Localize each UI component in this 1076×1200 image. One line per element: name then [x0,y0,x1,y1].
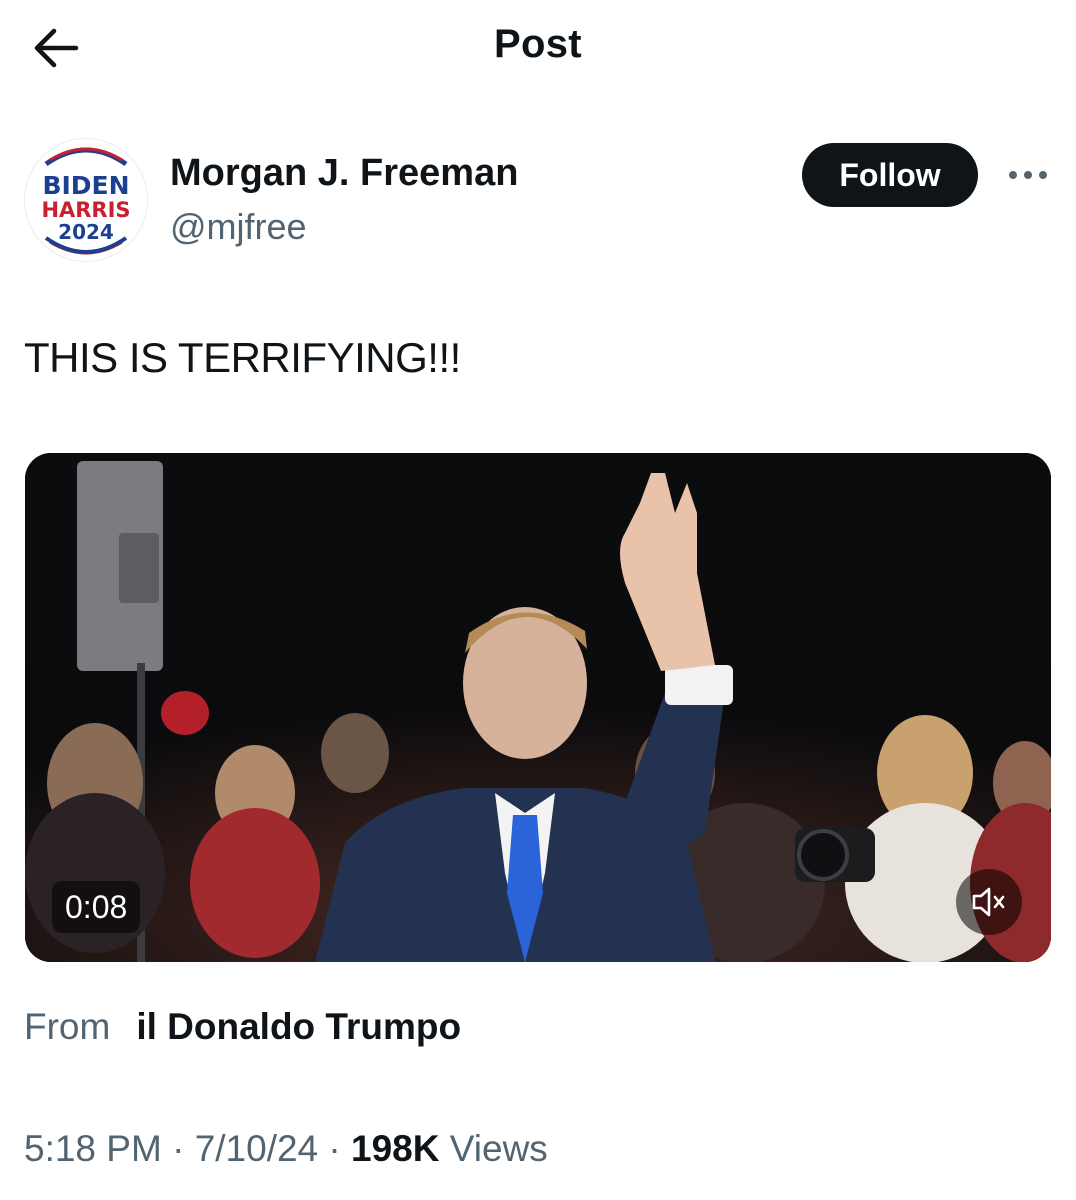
mute-toggle-button[interactable] [956,869,1022,935]
avatar-line-2: HARRIS [41,198,130,222]
follow-button[interactable]: Follow [802,143,978,207]
post-text: THIS IS TERRIFYING!!! [24,334,461,381]
source-label: From [24,1006,111,1047]
more-options-button[interactable] [1004,160,1052,190]
top-bar: Post [0,0,1076,92]
page-title: Post [494,22,582,66]
video-source: From il Donaldo Trumpo [24,1006,461,1048]
video-frame [25,453,1051,962]
views-count: 198K [351,1128,440,1169]
source-account-link[interactable]: il Donaldo Trumpo [136,1006,461,1047]
avatar-line-1: BIDEN [42,171,129,200]
post-author: BIDEN HARRIS 2024 Morgan J. Freeman @mjf… [24,138,1054,262]
meta-separator: · [328,1128,341,1169]
video-duration: 0:08 [52,881,141,933]
more-horizontal-icon [1009,171,1047,179]
avatar-line-3: 2024 [58,220,114,244]
avatar[interactable]: BIDEN HARRIS 2024 [24,138,148,262]
author-name[interactable]: Morgan J. Freeman [170,152,518,195]
meta-separator: · [172,1128,185,1169]
post-time: 5:18 PM [24,1128,162,1169]
author-handle: @mjfree [170,206,307,247]
post-metadata: 5:18 PM · 7/10/24 · 198K Views [24,1128,548,1170]
post-date: 7/10/24 [194,1128,319,1169]
video-player[interactable]: 0:08 [25,453,1051,962]
muted-speaker-icon [972,887,1005,917]
views-label: Views [449,1128,548,1169]
